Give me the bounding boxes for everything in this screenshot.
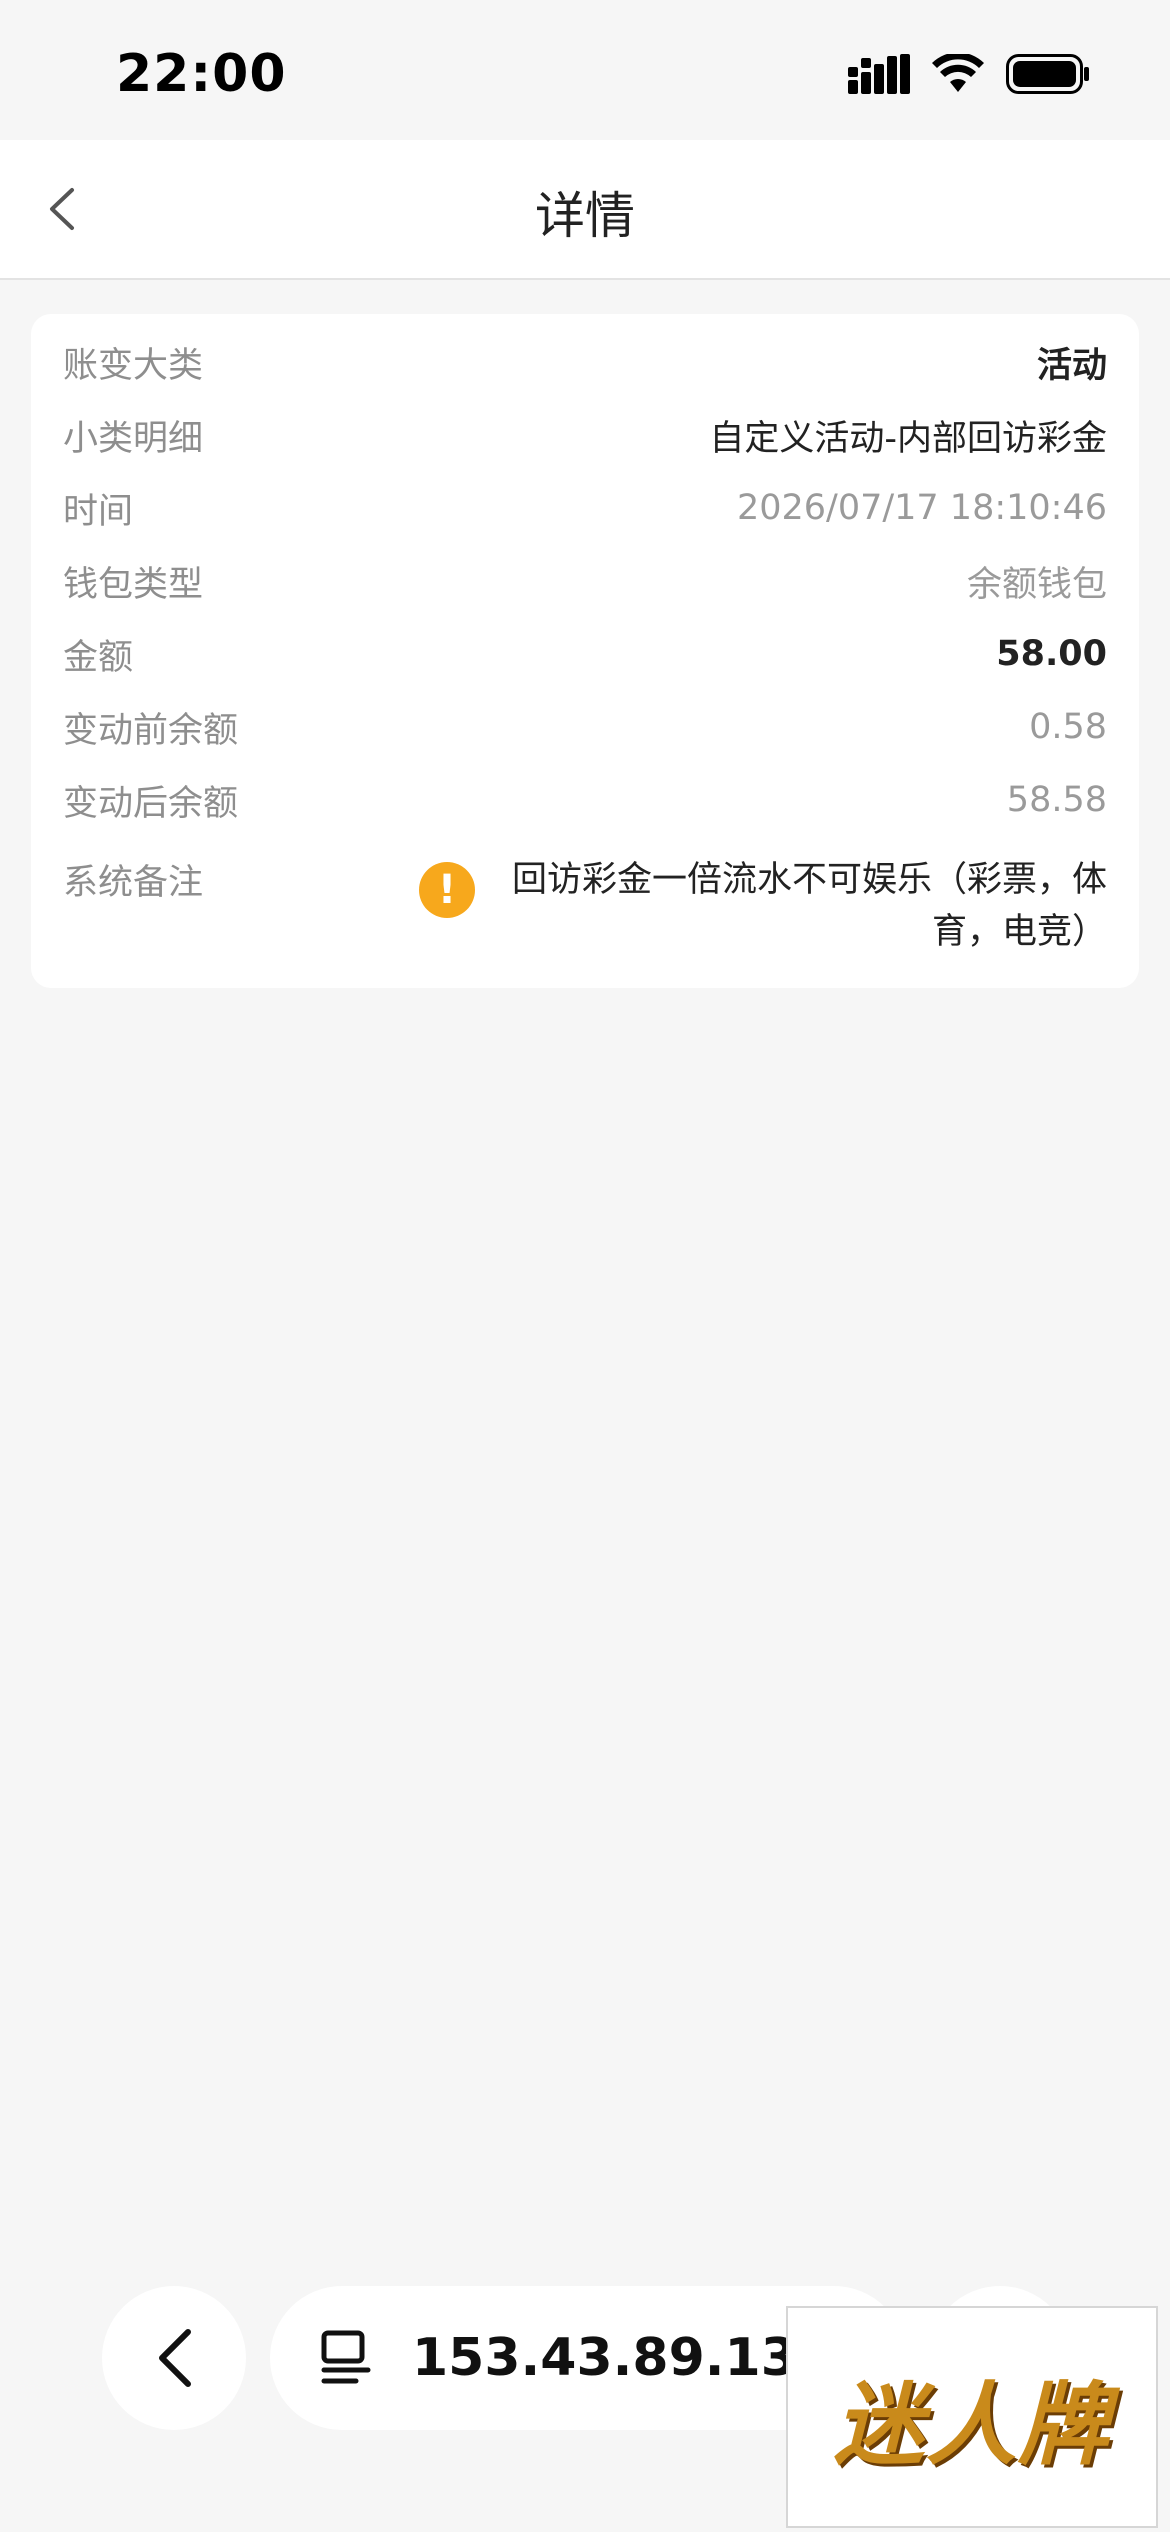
row-value: 活动 <box>1036 345 1107 386</box>
logo-text: 迷人牌 <box>834 2372 1110 2478</box>
detail-row-wallet-type: 钱包类型 余额钱包 <box>63 551 1107 611</box>
status-bar: 22:00 <box>0 0 1170 140</box>
row-value: 58.58 <box>1006 780 1107 820</box>
page-menu-icon[interactable] <box>318 2328 374 2388</box>
row-label: 账变大类 <box>63 345 204 386</box>
row-label: 系统备注 <box>63 863 204 903</box>
watermark-logo: 迷人牌 <box>786 2306 1158 2528</box>
wifi-icon <box>932 54 984 92</box>
row-value: 自定义活动-内部回访彩金 <box>709 418 1107 459</box>
remark-text: 回访彩金一倍流水不可娱乐（彩票，体育，电竞） <box>511 860 1107 952</box>
row-label: 变动后余额 <box>63 783 239 824</box>
detail-row-balance-after: 变动后余额 58.58 <box>63 770 1107 830</box>
row-label: 时间 <box>63 491 134 532</box>
browser-back-button[interactable] <box>102 2286 246 2430</box>
battery-icon <box>1006 54 1089 94</box>
nav-header: 详情 <box>0 140 1170 280</box>
row-label: 变动前余额 <box>63 710 239 751</box>
detail-row-amount: 金额 58.00 <box>63 624 1107 684</box>
detail-card: 账变大类 活动 小类明细 自定义活动-内部回访彩金 时间 2026/07/17 … <box>31 314 1139 988</box>
row-value: 58.00 <box>996 634 1107 674</box>
row-label: 小类明细 <box>63 418 204 459</box>
row-value: 2026/07/17 18:10:46 <box>736 488 1107 528</box>
row-label: 金额 <box>63 637 134 678</box>
warning-icon: ! <box>419 862 475 918</box>
detail-row-category: 账变大类 活动 <box>63 332 1107 392</box>
status-time: 22:00 <box>116 44 287 104</box>
status-icons <box>848 54 1090 94</box>
detail-row-system-remark: 系统备注 ! 回访彩金一倍流水不可娱乐（彩票，体育，电竞） <box>63 846 1107 966</box>
detail-row-balance-before: 变动前余额 0.58 <box>63 697 1107 757</box>
detail-row-subcategory: 小类明细 自定义活动-内部回访彩金 <box>63 405 1107 465</box>
cellular-signal-icon <box>848 54 910 94</box>
page-title: 详情 <box>535 187 635 245</box>
row-label: 钱包类型 <box>63 564 204 605</box>
chevron-left-icon <box>159 2329 191 2387</box>
detail-row-time: 时间 2026/07/17 18:10:46 <box>63 478 1107 538</box>
row-value: 余额钱包 <box>966 564 1107 605</box>
url-text: 153.43.89.135 <box>412 2328 834 2388</box>
row-value: 0.58 <box>1029 707 1107 747</box>
